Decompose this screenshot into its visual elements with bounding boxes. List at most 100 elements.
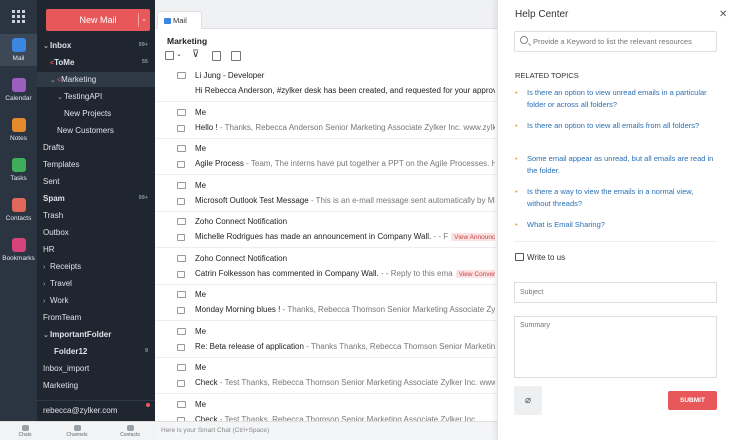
unread-count: 9 bbox=[144, 348, 148, 354]
mail-row[interactable]: Me Agile Process - Team, The interns have… bbox=[155, 139, 497, 175]
folder-item[interactable]: ⌄Inbox 99+ bbox=[37, 38, 155, 53]
mail-row[interactable]: Me Check - Test Thanks, Rebecca Thomson S… bbox=[155, 358, 497, 394]
calendar-icon bbox=[11, 78, 26, 92]
mail-list-pane: Mail Marketing ⌄ ⊽ Li Jung - Developer Hi… bbox=[155, 0, 497, 440]
new-mail-button[interactable]: New Mail ⌄ bbox=[46, 9, 150, 31]
filter-icon[interactable]: ⊽ bbox=[192, 49, 199, 60]
mail-row[interactable]: Me Hello ! - Thanks, Rebecca Anderson Sen… bbox=[155, 103, 497, 139]
reply-icon bbox=[177, 197, 185, 205]
mail-row[interactable]: Me Monday Morning blues ! - Thanks, Rebec… bbox=[155, 285, 497, 321]
mail-row[interactable]: Me Microsoft Outlook Test Message - This … bbox=[155, 176, 497, 212]
mail-sender: Zoho Connect Notification bbox=[195, 253, 288, 263]
new-mail-label: New Mail bbox=[79, 15, 117, 25]
bottom-channels[interactable]: Channels bbox=[62, 425, 92, 438]
bottom-contacts[interactable]: Contacts bbox=[115, 425, 145, 438]
select-all-checkbox[interactable] bbox=[165, 51, 174, 60]
folder-item[interactable]: › Receipts bbox=[37, 259, 155, 274]
sort-icon[interactable] bbox=[212, 51, 221, 61]
mail-subject: Michelle Rodrigues has made an announcem… bbox=[195, 232, 432, 241]
mail-subject: Hello ! bbox=[195, 122, 218, 132]
chevron-down-icon[interactable]: ⌄ bbox=[50, 73, 57, 88]
folder-label: New Customers bbox=[57, 126, 114, 135]
mail-preview: - Thanks, Rebecca Thomson Senior Marketi… bbox=[282, 305, 495, 314]
folder-item[interactable]: Folder12 9 bbox=[37, 344, 155, 359]
help-search-input[interactable] bbox=[533, 34, 715, 49]
related-topic-link[interactable]: • Is there an option to view unread email… bbox=[515, 87, 715, 110]
mail-row[interactable]: Zoho Connect Notification Michelle Rodrig… bbox=[155, 212, 497, 248]
view-settings-icon[interactable] bbox=[231, 51, 241, 61]
mail-summary: Agile Process - Team, The interns have p… bbox=[195, 159, 495, 168]
chevron-down-icon[interactable]: ⌄ bbox=[43, 328, 50, 343]
folder-item[interactable]: HR bbox=[37, 242, 155, 257]
chevron-down-icon[interactable]: ⌄ bbox=[141, 9, 147, 31]
chat-icon bbox=[21, 425, 29, 431]
folder-item[interactable]: New Customers bbox=[37, 123, 155, 138]
folder-item[interactable]: Outbox bbox=[37, 225, 155, 240]
mail-row[interactable]: Zoho Connect Notification Catrin Folkesso… bbox=[155, 249, 497, 285]
app-bookmarks[interactable]: Bookmarks bbox=[0, 236, 37, 262]
chevron-right-icon[interactable]: › bbox=[43, 260, 50, 275]
bottom-bar: Chats Channels Contacts bbox=[0, 421, 155, 440]
contacts-icon bbox=[11, 198, 26, 212]
folder-item[interactable]: FromTeam bbox=[37, 310, 155, 325]
bottom-chats[interactable]: Chats bbox=[10, 425, 40, 438]
close-icon[interactable]: ✕ bbox=[719, 9, 727, 20]
related-topic-link[interactable]: • Is there a way to view the emails in a … bbox=[515, 186, 715, 209]
app-mail[interactable]: Mail bbox=[0, 34, 37, 66]
folder-item[interactable]: Drafts bbox=[37, 140, 155, 155]
mail-summary: Michelle Rodrigues has made an announcem… bbox=[195, 232, 495, 241]
folder-label: HR bbox=[43, 245, 55, 254]
related-topic-link[interactable]: • Is there an option to view all emails f… bbox=[515, 120, 715, 132]
app-calendar[interactable]: Calendar bbox=[0, 76, 37, 102]
mail-preview: - Thanks Thanks, Rebecca Thomson Senior … bbox=[306, 341, 495, 351]
chevron-right-icon[interactable]: › bbox=[43, 294, 50, 309]
summary-textarea[interactable] bbox=[514, 316, 717, 378]
folder-item[interactable]: Sent bbox=[37, 174, 155, 189]
attachment-button[interactable]: ⌀ bbox=[514, 386, 542, 415]
chevron-right-icon[interactable]: › bbox=[43, 277, 50, 292]
apps-grid-icon[interactable] bbox=[12, 10, 25, 23]
app-tasks[interactable]: Tasks bbox=[0, 156, 37, 182]
help-center-panel: Help Center ✕ RELATED TOPICS • Is there a… bbox=[497, 0, 734, 440]
folder-item[interactable]: Inbox_import bbox=[37, 361, 155, 376]
folder-item[interactable]: ⌄TestingAPI bbox=[37, 89, 155, 104]
related-topic-link[interactable]: • Some email appear as unread, but all em… bbox=[515, 153, 715, 176]
envelope-icon bbox=[177, 364, 186, 371]
related-topic-link[interactable]: • What is Email Sharing? bbox=[515, 219, 715, 231]
mail-sender: Me bbox=[195, 326, 207, 336]
mail-subject: Check bbox=[195, 378, 218, 387]
folder-item[interactable]: ⌄ImportantFolder bbox=[37, 327, 155, 342]
folder-item[interactable]: ⌄<Marketing bbox=[37, 72, 155, 87]
chevron-down-icon[interactable]: ⌄ bbox=[57, 90, 64, 105]
folder-label: Templates bbox=[43, 160, 80, 169]
app-contacts[interactable]: Contacts bbox=[0, 196, 37, 222]
help-title: Help Center bbox=[515, 9, 569, 20]
folder-item[interactable]: › Work bbox=[37, 293, 155, 308]
account-switcher[interactable]: rebecca@zylker.com bbox=[37, 400, 155, 421]
subject-input[interactable] bbox=[514, 282, 717, 303]
chevron-down-icon[interactable]: ⌄ bbox=[43, 39, 50, 54]
unread-count: 99+ bbox=[138, 195, 148, 201]
folder-item[interactable]: Trash bbox=[37, 208, 155, 223]
tab-mail[interactable]: Mail bbox=[157, 11, 202, 29]
folder-item[interactable]: Templates bbox=[37, 157, 155, 172]
folder-item[interactable]: › Travel bbox=[37, 276, 155, 291]
mail-row[interactable]: Li Jung - Developer Hi Rebecca Anderson, … bbox=[155, 66, 497, 102]
folder-label: Trash bbox=[43, 211, 64, 220]
envelope-icon bbox=[177, 181, 186, 189]
folder-item[interactable]: Marketing bbox=[37, 378, 155, 393]
smart-chat-bar[interactable]: Here is your Smart Chat (Ctrl+Space) bbox=[155, 421, 497, 440]
action-badge[interactable]: View Conversation bbox=[455, 269, 495, 278]
mail-sender: Me bbox=[195, 363, 207, 372]
folder-item[interactable]: <ToMe 55 bbox=[37, 55, 155, 70]
folder-item[interactable]: Spam 99+ bbox=[37, 191, 155, 206]
list-toolbar: ⌄ ⊽ bbox=[165, 49, 495, 63]
action-badge[interactable]: View Announcement bbox=[451, 233, 495, 241]
reply-icon bbox=[177, 161, 185, 168]
mail-row[interactable]: Me Re: Beta release of application - Than… bbox=[155, 322, 497, 358]
folder-item[interactable]: New Projects bbox=[37, 106, 155, 121]
chevron-down-icon[interactable]: ⌄ bbox=[176, 50, 182, 58]
mail-sender: Zoho Connect Notification bbox=[195, 217, 288, 226]
submit-button[interactable]: SUBMIT bbox=[668, 391, 717, 410]
app-notes[interactable]: Notes bbox=[0, 116, 37, 142]
